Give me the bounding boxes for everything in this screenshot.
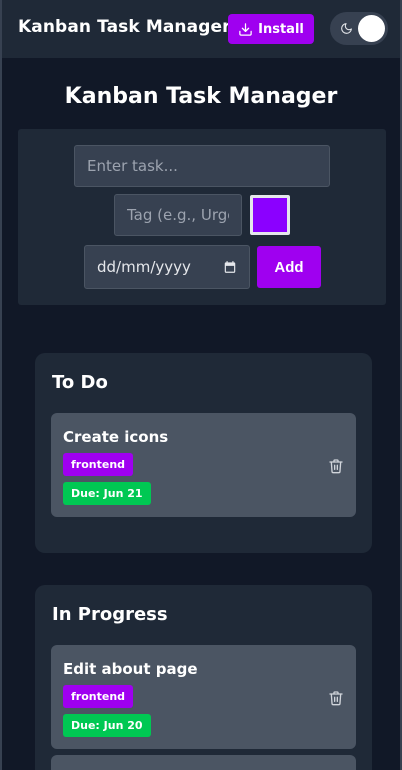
task-tag: frontend <box>63 685 134 708</box>
install-label: Install <box>258 21 304 37</box>
date-value: dd/mm/yyyy <box>97 258 191 276</box>
due-badge: Due: Jun 20 <box>63 714 151 737</box>
task-tag: frontend <box>63 453 134 476</box>
calendar-icon[interactable] <box>223 260 237 274</box>
moon-icon <box>341 23 352 34</box>
download-icon <box>239 22 252 36</box>
due-badge: Due: Jun 21 <box>63 482 151 505</box>
tag-color-picker[interactable] <box>250 195 290 235</box>
app-frame: Kanban Task Manager Install Kanban Task … <box>0 0 402 770</box>
task-title: Create icons <box>63 428 169 446</box>
due-date-input[interactable]: dd/mm/yyyy <box>84 245 250 289</box>
trash-icon[interactable] <box>328 458 344 474</box>
add-button[interactable]: Add <box>257 246 321 288</box>
task-card[interactable]: Create icons frontend Due: Jun 21 <box>51 413 356 517</box>
toggle-knob <box>358 15 385 42</box>
task-card[interactable]: Edit about page frontend Due: Jun 20 <box>51 645 356 749</box>
task-title: Edit about page <box>63 660 198 678</box>
column-to-do: To Do Create icons frontend Due: Jun 21 <box>35 353 372 553</box>
task-card-partial[interactable] <box>51 755 356 770</box>
add-task-form: dd/mm/yyyy Add <box>18 129 386 305</box>
app-title: Kanban Task Manager <box>18 17 231 37</box>
theme-toggle[interactable] <box>330 12 388 45</box>
column-title: In Progress <box>52 604 168 625</box>
page-title: Kanban Task Manager <box>64 84 338 109</box>
column-in-progress: In Progress Edit about page frontend Due… <box>35 585 372 770</box>
trash-icon[interactable] <box>328 690 344 706</box>
task-input[interactable] <box>74 145 330 187</box>
install-button[interactable]: Install <box>228 14 314 44</box>
top-bar: Kanban Task Manager Install <box>2 0 400 58</box>
column-title: To Do <box>52 372 108 393</box>
tag-input[interactable] <box>114 194 242 236</box>
